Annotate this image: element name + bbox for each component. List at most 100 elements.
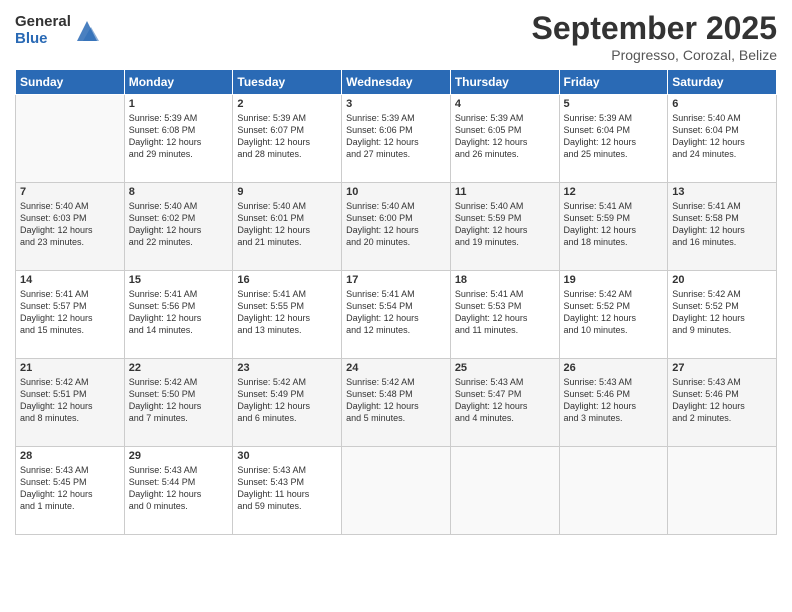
- week-row-1: 7 Sunrise: 5:40 AM Sunset: 6:03 PM Daylig…: [16, 183, 777, 271]
- day-number: 9: [237, 186, 337, 198]
- header-day-tuesday: Tuesday: [233, 70, 342, 95]
- day-info: Sunrise: 5:42 AM Sunset: 5:52 PM Dayligh…: [672, 288, 772, 337]
- location: Progresso, Corozal, Belize: [532, 47, 777, 63]
- day-info: Sunrise: 5:41 AM Sunset: 5:56 PM Dayligh…: [129, 288, 229, 337]
- page-header: General Blue September 2025 Progresso, C…: [15, 10, 777, 63]
- day-info: Sunrise: 5:43 AM Sunset: 5:44 PM Dayligh…: [129, 464, 229, 513]
- calendar-cell: 8 Sunrise: 5:40 AM Sunset: 6:02 PM Daylig…: [124, 183, 233, 271]
- day-info: Sunrise: 5:41 AM Sunset: 5:55 PM Dayligh…: [237, 288, 337, 337]
- day-number: 26: [564, 362, 664, 374]
- day-number: 7: [20, 186, 120, 198]
- day-info: Sunrise: 5:42 AM Sunset: 5:52 PM Dayligh…: [564, 288, 664, 337]
- logo: General Blue: [15, 14, 101, 47]
- day-number: 1: [129, 98, 229, 110]
- day-number: 20: [672, 274, 772, 286]
- calendar-cell: 11 Sunrise: 5:40 AM Sunset: 5:59 PM Dayli…: [450, 183, 559, 271]
- day-number: 16: [237, 274, 337, 286]
- header-day-monday: Monday: [124, 70, 233, 95]
- calendar-cell: 14 Sunrise: 5:41 AM Sunset: 5:57 PM Dayli…: [16, 271, 125, 359]
- calendar-cell: [668, 447, 777, 535]
- day-info: Sunrise: 5:40 AM Sunset: 5:59 PM Dayligh…: [455, 200, 555, 249]
- logo-general: General: [15, 14, 71, 31]
- header-day-thursday: Thursday: [450, 70, 559, 95]
- day-info: Sunrise: 5:43 AM Sunset: 5:47 PM Dayligh…: [455, 376, 555, 425]
- day-info: Sunrise: 5:41 AM Sunset: 5:53 PM Dayligh…: [455, 288, 555, 337]
- calendar-cell: 12Sunrise: 5:41 AM Sunset: 5:59 PM Dayli…: [559, 183, 668, 271]
- calendar-cell: 5Sunrise: 5:39 AM Sunset: 6:04 PM Daylig…: [559, 95, 668, 183]
- day-info: Sunrise: 5:42 AM Sunset: 5:51 PM Dayligh…: [20, 376, 120, 425]
- day-number: 19: [564, 274, 664, 286]
- calendar-cell: 26 Sunrise: 5:43 AM Sunset: 5:46 PM Dayli…: [559, 359, 668, 447]
- week-row-2: 14 Sunrise: 5:41 AM Sunset: 5:57 PM Dayli…: [16, 271, 777, 359]
- title-block: September 2025 Progresso, Corozal, Beliz…: [532, 10, 777, 63]
- day-info: Sunrise: 5:40 AM Sunset: 6:01 PM Dayligh…: [237, 200, 337, 249]
- day-info: Sunrise: 5:39 AM Sunset: 6:08 PM Dayligh…: [129, 112, 229, 161]
- day-number: 6: [672, 98, 772, 110]
- day-number: 30: [237, 450, 337, 462]
- calendar-cell: 1 Sunrise: 5:39 AM Sunset: 6:08 PM Daylig…: [124, 95, 233, 183]
- day-number: 17: [346, 274, 446, 286]
- day-info: Sunrise: 5:40 AM Sunset: 6:03 PM Dayligh…: [20, 200, 120, 249]
- week-row-3: 21 Sunrise: 5:42 AM Sunset: 5:51 PM Dayli…: [16, 359, 777, 447]
- page-container: General Blue September 2025 Progresso, C…: [0, 0, 792, 612]
- calendar-cell: 27Sunrise: 5:43 AM Sunset: 5:46 PM Dayli…: [668, 359, 777, 447]
- calendar-cell: 10Sunrise: 5:40 AM Sunset: 6:00 PM Dayli…: [342, 183, 451, 271]
- calendar-cell: 15 Sunrise: 5:41 AM Sunset: 5:56 PM Dayli…: [124, 271, 233, 359]
- header-day-saturday: Saturday: [668, 70, 777, 95]
- day-info: Sunrise: 5:40 AM Sunset: 6:04 PM Dayligh…: [672, 112, 772, 161]
- calendar-cell: 28Sunrise: 5:43 AM Sunset: 5:45 PM Dayli…: [16, 447, 125, 535]
- day-number: 22: [129, 362, 229, 374]
- calendar-cell: 4Sunrise: 5:39 AM Sunset: 6:05 PM Daylig…: [450, 95, 559, 183]
- day-number: 11: [455, 186, 555, 198]
- day-number: 4: [455, 98, 555, 110]
- day-number: 15: [129, 274, 229, 286]
- day-number: 29: [129, 450, 229, 462]
- day-info: Sunrise: 5:42 AM Sunset: 5:48 PM Dayligh…: [346, 376, 446, 425]
- calendar-cell: 24 Sunrise: 5:42 AM Sunset: 5:48 PM Dayli…: [342, 359, 451, 447]
- calendar-cell: [16, 95, 125, 183]
- day-info: Sunrise: 5:40 AM Sunset: 6:02 PM Dayligh…: [129, 200, 229, 249]
- day-number: 2: [237, 98, 337, 110]
- day-info: Sunrise: 5:39 AM Sunset: 6:04 PM Dayligh…: [564, 112, 664, 161]
- header-row: SundayMondayTuesdayWednesdayThursdayFrid…: [16, 70, 777, 95]
- day-number: 8: [129, 186, 229, 198]
- logo-text: General Blue: [15, 14, 71, 47]
- calendar-cell: 16 Sunrise: 5:41 AM Sunset: 5:55 PM Dayli…: [233, 271, 342, 359]
- day-number: 25: [455, 362, 555, 374]
- day-info: Sunrise: 5:42 AM Sunset: 5:49 PM Dayligh…: [237, 376, 337, 425]
- calendar-cell: [559, 447, 668, 535]
- day-info: Sunrise: 5:42 AM Sunset: 5:50 PM Dayligh…: [129, 376, 229, 425]
- header-day-sunday: Sunday: [16, 70, 125, 95]
- day-info: Sunrise: 5:43 AM Sunset: 5:43 PM Dayligh…: [237, 464, 337, 513]
- day-info: Sunrise: 5:39 AM Sunset: 6:07 PM Dayligh…: [237, 112, 337, 161]
- calendar-cell: 22 Sunrise: 5:42 AM Sunset: 5:50 PM Dayli…: [124, 359, 233, 447]
- header-day-wednesday: Wednesday: [342, 70, 451, 95]
- calendar-header: SundayMondayTuesdayWednesdayThursdayFrid…: [16, 70, 777, 95]
- calendar-table: SundayMondayTuesdayWednesdayThursdayFrid…: [15, 69, 777, 535]
- calendar-cell: 29 Sunrise: 5:43 AM Sunset: 5:44 PM Dayli…: [124, 447, 233, 535]
- calendar-cell: 6 Sunrise: 5:40 AM Sunset: 6:04 PM Daylig…: [668, 95, 777, 183]
- day-info: Sunrise: 5:41 AM Sunset: 5:57 PM Dayligh…: [20, 288, 120, 337]
- calendar-cell: 23 Sunrise: 5:42 AM Sunset: 5:49 PM Dayli…: [233, 359, 342, 447]
- day-number: 23: [237, 362, 337, 374]
- day-number: 24: [346, 362, 446, 374]
- day-number: 27: [672, 362, 772, 374]
- calendar-cell: 7 Sunrise: 5:40 AM Sunset: 6:03 PM Daylig…: [16, 183, 125, 271]
- calendar-cell: 3Sunrise: 5:39 AM Sunset: 6:06 PM Daylig…: [342, 95, 451, 183]
- day-info: Sunrise: 5:43 AM Sunset: 5:45 PM Dayligh…: [20, 464, 120, 513]
- day-number: 21: [20, 362, 120, 374]
- logo-icon: [73, 17, 101, 45]
- day-info: Sunrise: 5:40 AM Sunset: 6:00 PM Dayligh…: [346, 200, 446, 249]
- calendar-cell: 21 Sunrise: 5:42 AM Sunset: 5:51 PM Dayli…: [16, 359, 125, 447]
- day-number: 13: [672, 186, 772, 198]
- day-info: Sunrise: 5:41 AM Sunset: 5:58 PM Dayligh…: [672, 200, 772, 249]
- calendar-cell: [342, 447, 451, 535]
- day-info: Sunrise: 5:39 AM Sunset: 6:06 PM Dayligh…: [346, 112, 446, 161]
- day-info: Sunrise: 5:43 AM Sunset: 5:46 PM Dayligh…: [564, 376, 664, 425]
- day-number: 14: [20, 274, 120, 286]
- calendar-cell: [450, 447, 559, 535]
- calendar-cell: 25 Sunrise: 5:43 AM Sunset: 5:47 PM Dayli…: [450, 359, 559, 447]
- day-number: 18: [455, 274, 555, 286]
- logo-blue: Blue: [15, 31, 71, 48]
- calendar-cell: 17Sunrise: 5:41 AM Sunset: 5:54 PM Dayli…: [342, 271, 451, 359]
